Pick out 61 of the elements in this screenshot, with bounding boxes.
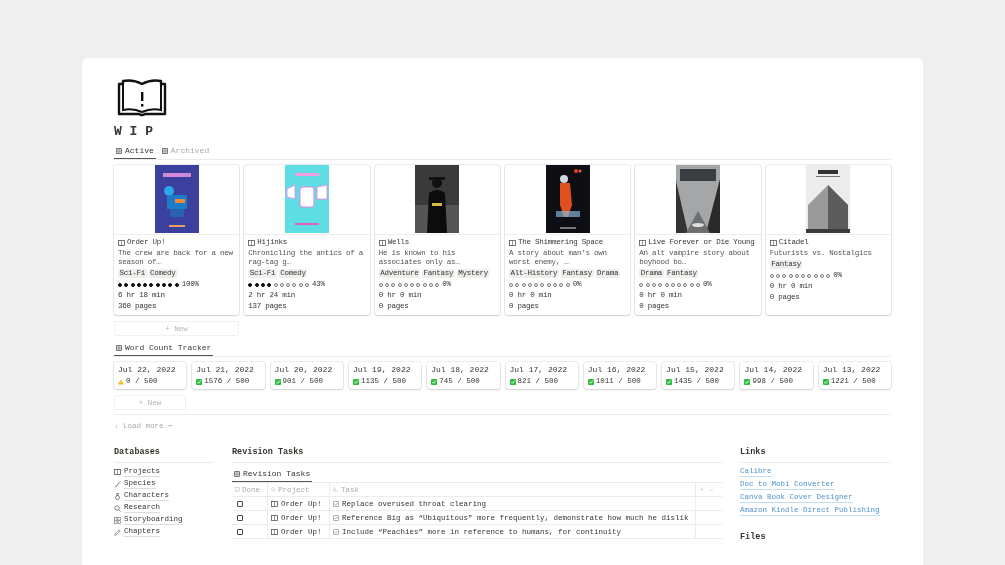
entry-date: Jul 16, 2022 — [587, 365, 647, 375]
section-heading: Links — [740, 447, 766, 457]
task-icon — [333, 514, 339, 521]
gallery-icon — [116, 148, 122, 154]
entry-date: Jul 22, 2022 — [118, 365, 177, 375]
done-checkbox[interactable] — [237, 528, 243, 535]
board-icon — [116, 345, 122, 351]
view-tab[interactable]: Active — [114, 144, 156, 159]
check-icon — [587, 378, 594, 385]
progress-dot — [509, 282, 513, 287]
task-icon — [333, 500, 339, 507]
section-heading: Databases — [114, 447, 160, 457]
view-tab[interactable]: Word Count Tracker — [114, 341, 214, 356]
entry-date: Jul 17, 2022 — [509, 365, 569, 375]
book-icon — [114, 469, 121, 475]
book-icon — [769, 239, 777, 246]
book-icon — [271, 528, 278, 535]
checkbox-column-icon — [235, 487, 240, 492]
book-icon — [271, 514, 278, 521]
text-icon — [333, 487, 339, 492]
table-icon — [234, 471, 240, 477]
section-heading: Files — [740, 532, 766, 542]
task-icon — [333, 528, 339, 535]
search-icon — [271, 487, 276, 492]
section-heading: Revision Tasks — [232, 447, 304, 457]
book-icon — [639, 239, 647, 246]
check-icon — [274, 378, 281, 385]
grid-icon — [114, 516, 121, 524]
book-icon — [118, 239, 125, 246]
entry-date: Jul 19, 2022 — [352, 365, 412, 375]
done-checkbox[interactable] — [237, 500, 243, 507]
book-icon — [117, 78, 167, 118]
check-icon — [666, 378, 673, 385]
warning-icon — [118, 378, 124, 385]
gallery-icon — [161, 148, 168, 154]
check-icon — [509, 378, 516, 385]
book-icon — [248, 239, 256, 246]
check-icon — [196, 378, 203, 385]
progress-dot — [696, 282, 700, 287]
entry-date: Jul 13, 2022 — [822, 365, 882, 375]
check-icon — [744, 378, 751, 385]
done-checkbox[interactable] — [237, 514, 243, 521]
entry-date: Jul 15, 2022 — [666, 365, 725, 375]
entry-date: Jul 18, 2022 — [431, 365, 490, 375]
view-tab[interactable]: Revision Tasks — [232, 467, 313, 482]
flask-icon — [114, 492, 121, 500]
book-icon — [378, 239, 386, 246]
entry-date: Jul 14, 2022 — [744, 365, 803, 375]
check-icon — [352, 378, 359, 385]
search-icon — [114, 504, 121, 512]
progress-dot — [305, 282, 309, 287]
pencil-icon — [114, 528, 121, 536]
quill-icon — [114, 480, 121, 488]
entry-date: Jul 21, 2022 — [196, 365, 255, 375]
book-icon — [271, 500, 278, 507]
progress-dot — [118, 282, 122, 287]
check-icon — [822, 378, 829, 385]
entry-date: Jul 20, 2022 — [274, 365, 334, 375]
page-title: W I P — [114, 124, 153, 140]
check-icon — [431, 378, 438, 385]
book-icon — [509, 239, 516, 246]
